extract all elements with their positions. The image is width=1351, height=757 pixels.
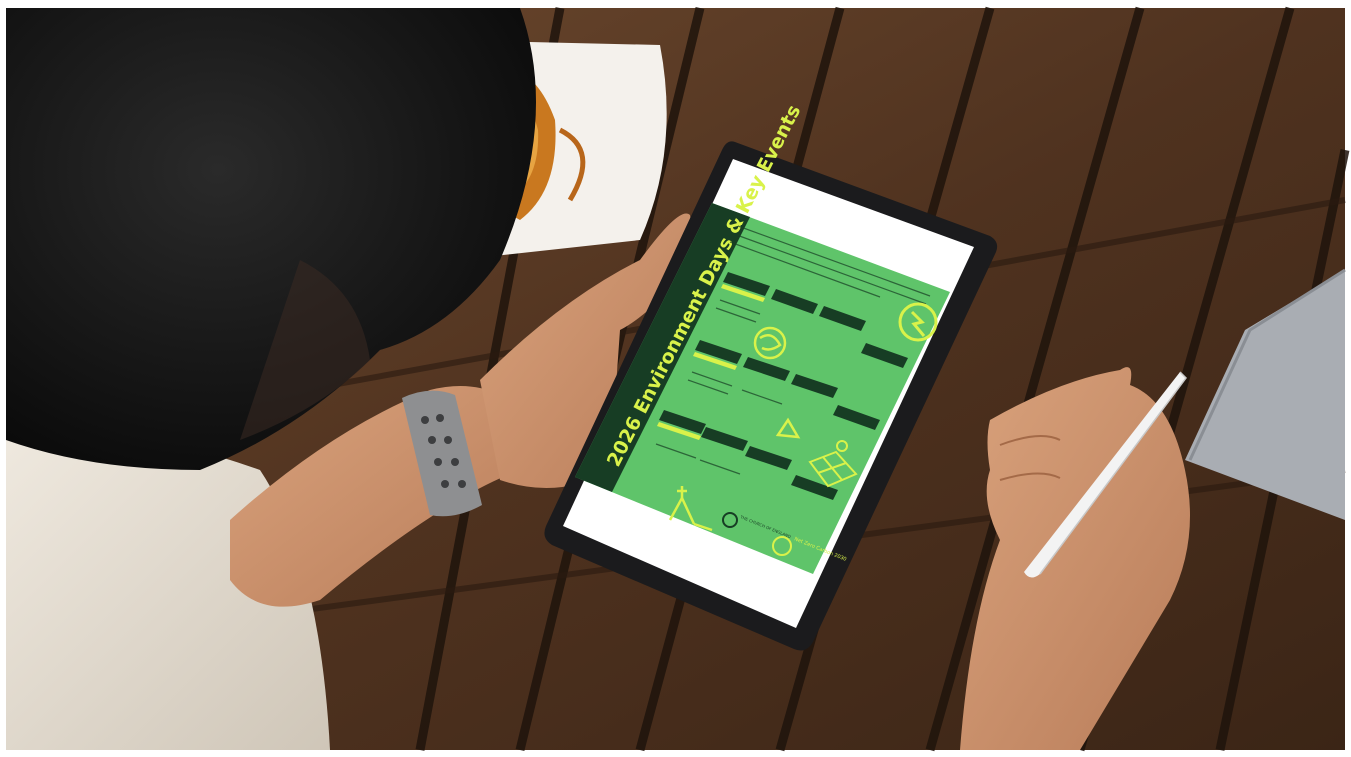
photo-scene: 2026 Environment Days & Key Events THE C… xyxy=(6,6,1350,752)
